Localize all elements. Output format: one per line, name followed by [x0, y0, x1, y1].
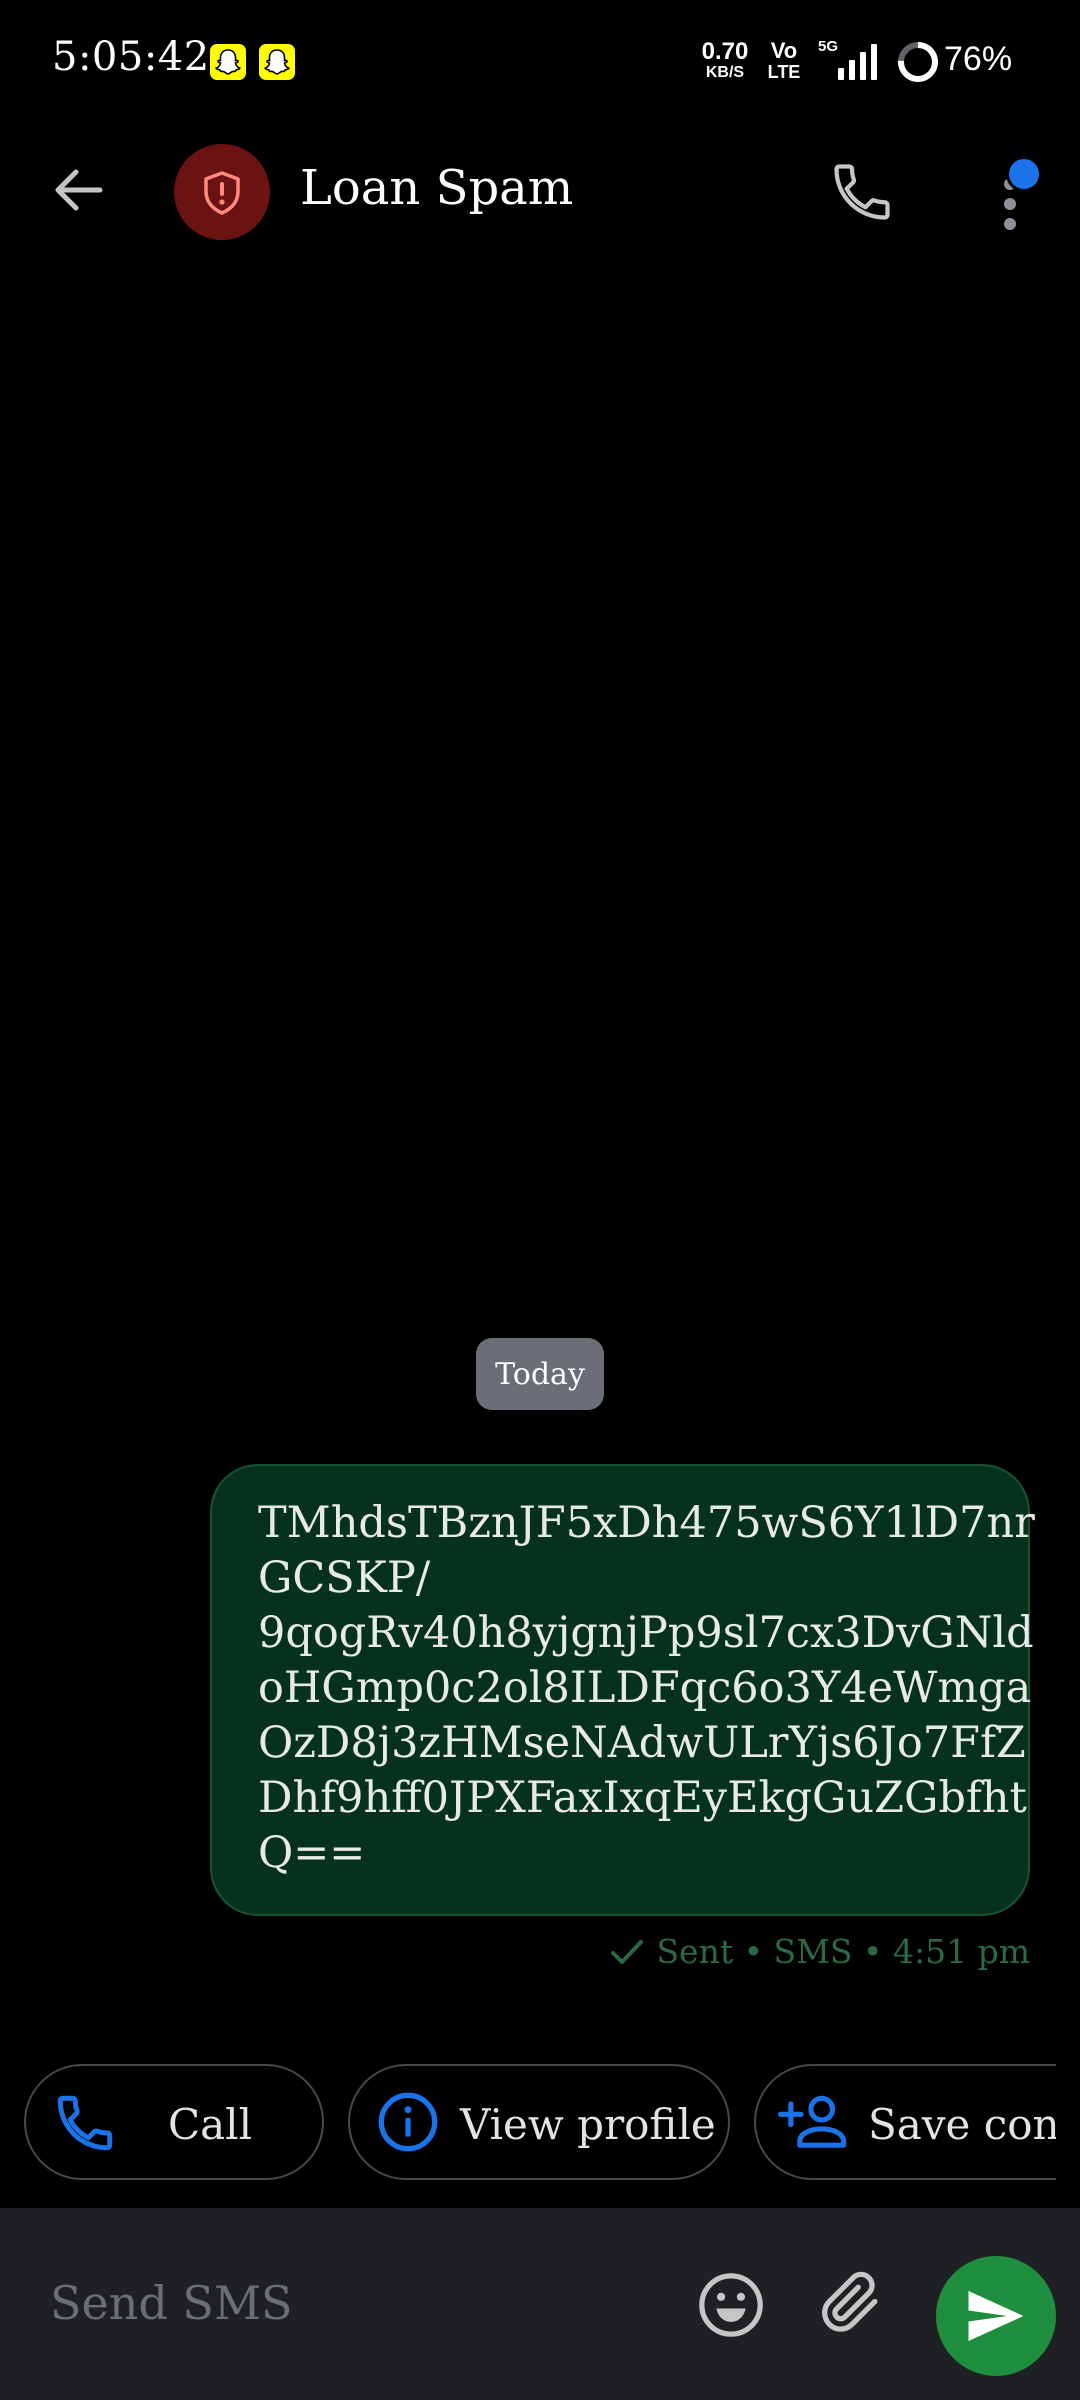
message-text: TMhdsTBznJF5xDh475wS6Y1lD7nr GCSKP/ 9qog… [258, 1498, 1035, 1878]
battery-percent: 76% [944, 40, 1013, 78]
view-profile-chip[interactable]: View profile [348, 2064, 730, 2180]
call-button[interactable] [828, 158, 898, 228]
emoji-button[interactable] [696, 2270, 768, 2342]
volte-indicator: Vo LTE [766, 38, 802, 82]
app-bar: Loan Spam [0, 130, 1080, 254]
volte-top: Vo [770, 38, 798, 63]
send-button[interactable] [936, 2256, 1056, 2376]
date-divider: Today [476, 1338, 604, 1410]
send-icon [968, 2291, 1024, 2341]
save-contact-chip-label: Save conta [868, 2100, 1056, 2149]
view-profile-chip-label: View profile [460, 2100, 716, 2149]
call-chip-label: Call [168, 2100, 253, 2149]
status-bar: 5:05:42 0.70 KB/S Vo LTE 5G 76% [0, 0, 1080, 120]
network-speed-value: 0.70 [701, 38, 749, 65]
call-chip[interactable]: Call [24, 2064, 324, 2180]
arrow-back-icon [55, 169, 103, 211]
snapchat-icon [210, 44, 246, 80]
sms-input[interactable] [48, 2272, 652, 2334]
person-add-icon [778, 2095, 847, 2148]
composer-bar [0, 2208, 1080, 2400]
phone-icon [57, 2095, 113, 2151]
check-icon [611, 1939, 644, 1964]
back-button[interactable] [48, 160, 120, 224]
more-vert-icon-dot [1004, 198, 1016, 210]
suggestion-chips: Call View profile Save conta [0, 2040, 1056, 2200]
info-icon [378, 2092, 438, 2152]
status-time: 5:05:42 [52, 34, 210, 80]
message-status: Sent • SMS • 4:51 pm [610, 1932, 1030, 1971]
emoji-icon [699, 2273, 763, 2337]
phone-icon [834, 164, 890, 220]
signal-strength-icon [838, 44, 877, 80]
attach-button[interactable] [818, 2268, 890, 2340]
network-speed-unit: KB/S [705, 64, 745, 81]
network-speed: 0.70 KB/S [694, 40, 756, 81]
snapchat-icon [259, 44, 295, 80]
volte-bottom: LTE [767, 62, 801, 82]
contact-name: Loan Spam [300, 160, 574, 216]
avatar[interactable] [174, 144, 270, 240]
battery-icon [898, 42, 938, 82]
more-vert-icon-dot [1004, 218, 1016, 230]
shield-alert-icon [204, 171, 240, 215]
network-type: 5G [818, 38, 839, 55]
outgoing-message-bubble[interactable]: TMhdsTBznJF5xDh475wS6Y1lD7nr GCSKP/ 9qog… [210, 1464, 1035, 1916]
save-contact-chip[interactable]: Save conta [754, 2064, 1056, 2180]
paperclip-icon [822, 2271, 878, 2332]
notification-badge [1006, 156, 1042, 192]
message-status-text: Sent • SMS • 4:51 pm [656, 1932, 1030, 1971]
